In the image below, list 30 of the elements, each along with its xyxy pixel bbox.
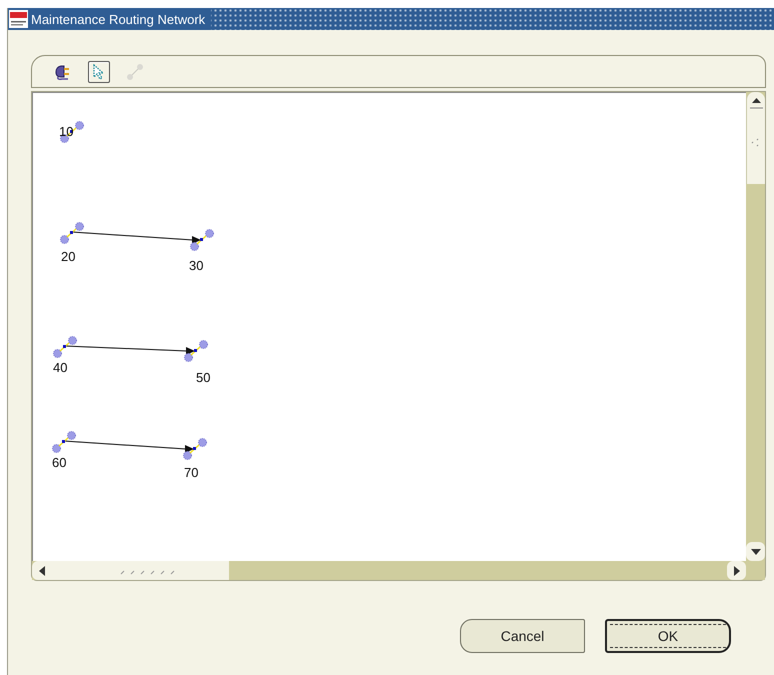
- node-label: 50: [196, 371, 210, 385]
- left-arrow-icon: [38, 566, 44, 576]
- down-arrow-icon: [750, 548, 760, 554]
- vertical-scrollbar[interactable]: [746, 92, 765, 561]
- node-icon: [60, 121, 84, 143]
- window-title: Maintenance Routing Network: [31, 12, 206, 26]
- horizontal-scrollbar[interactable]: [32, 561, 746, 580]
- node-icon: [53, 336, 77, 358]
- cancel-button[interactable]: Cancel: [460, 619, 585, 653]
- node-icon: [60, 222, 84, 244]
- node-icon: [52, 431, 76, 453]
- plug-icon: [54, 64, 72, 80]
- node-label: 20: [61, 250, 76, 264]
- pointer-tool[interactable]: [88, 60, 110, 82]
- node-label: 70: [184, 466, 198, 480]
- link-icon: [126, 62, 144, 80]
- ok-button[interactable]: OK: [605, 619, 731, 653]
- node-icon: [190, 229, 214, 251]
- node-label: 30: [189, 259, 204, 273]
- node-label: 60: [52, 456, 66, 470]
- scroll-down-button[interactable]: [746, 542, 765, 561]
- app-logo-icon: [9, 10, 28, 28]
- node-icon: [183, 438, 207, 460]
- node-icon: [184, 340, 208, 362]
- scroll-right-button[interactable]: [727, 561, 746, 580]
- grip-icon: [751, 138, 761, 148]
- pointer-icon: [93, 64, 105, 80]
- node-label: 10: [59, 125, 74, 139]
- right-arrow-icon: [734, 566, 740, 576]
- node-label: 40: [53, 361, 68, 375]
